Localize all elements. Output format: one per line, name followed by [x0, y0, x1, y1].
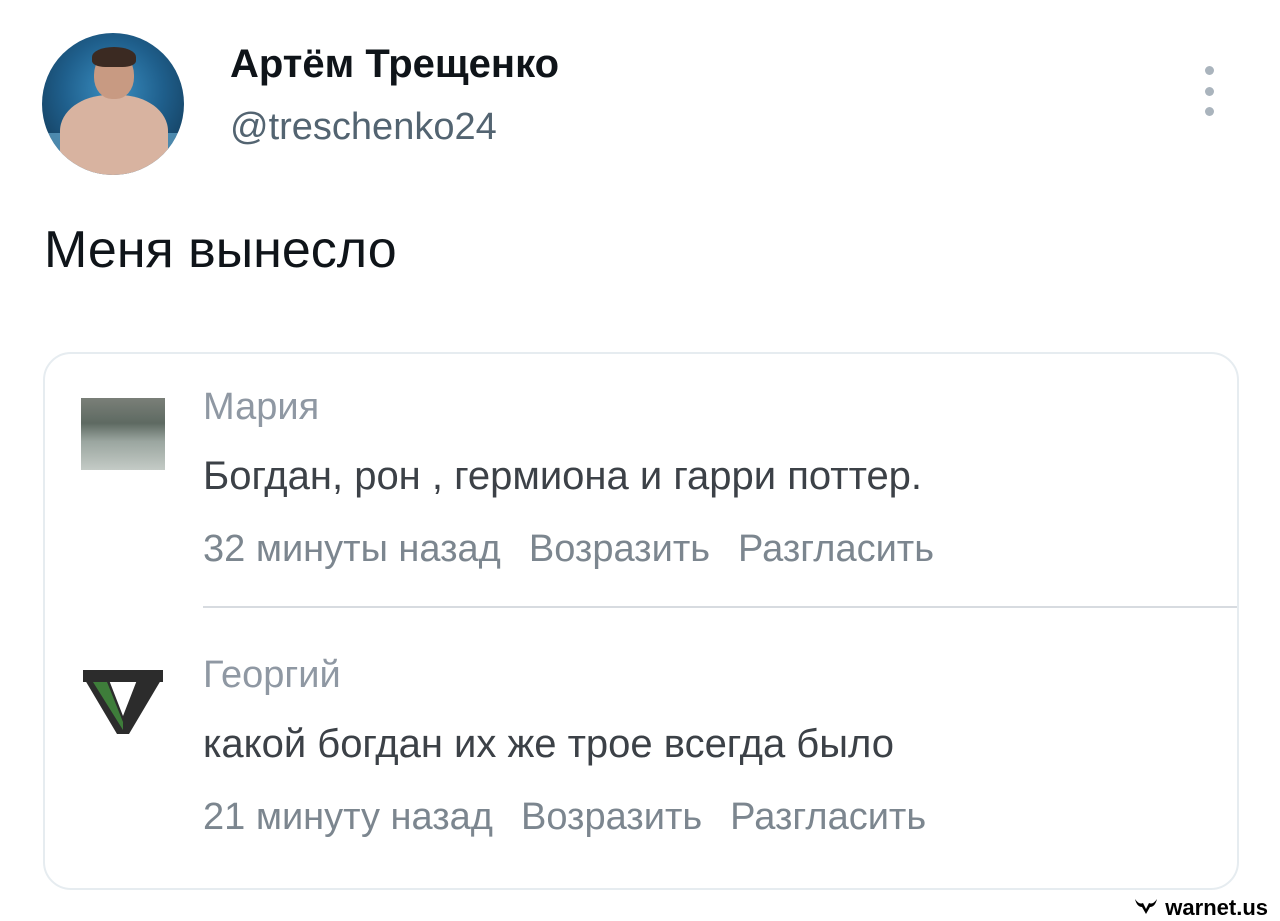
watermark-text: warnet.us [1165, 895, 1268, 920]
comment-action-object: Возразить [528, 528, 711, 570]
commenter-avatar [81, 398, 165, 470]
bull-logo-icon [1133, 895, 1159, 921]
tweet-text: Меня вынесло [44, 221, 397, 279]
comment-divider [203, 606, 1237, 608]
comment-action-share: Разгласить [730, 796, 927, 838]
commenter-avatar [81, 666, 165, 738]
commenter-name: Георгий [203, 654, 341, 696]
comment-action-object: Возразить [520, 796, 703, 838]
comment-text: Богдан, рон , гермиона и гарри поттер. [203, 454, 923, 498]
comment-time: 32 минуты назад [203, 528, 501, 570]
author-handle[interactable]: @treschenko24 [230, 106, 497, 149]
comment-meta: 21 минуту назад Возразить Разгласить [203, 796, 926, 839]
more-options-button[interactable] [1196, 66, 1222, 116]
comment-action-share: Разгласить [738, 528, 935, 570]
comment-time: 21 минуту назад [203, 796, 493, 838]
comment-text: какой богдан их же трое всегда было [203, 722, 894, 766]
vertical-ellipsis-icon [1204, 66, 1214, 75]
author-display-name[interactable]: Артём Трещенко [230, 42, 559, 87]
media-card[interactable]: Мария Богдан, рон , гермиона и гарри пот… [43, 352, 1239, 890]
commenter-name: Мария [203, 386, 320, 428]
comment-meta: 32 минуты назад Возразить Разгласить [203, 528, 934, 571]
v-logo-icon [83, 670, 163, 734]
avatar[interactable] [42, 33, 184, 175]
watermark: warnet.us [1133, 895, 1268, 921]
